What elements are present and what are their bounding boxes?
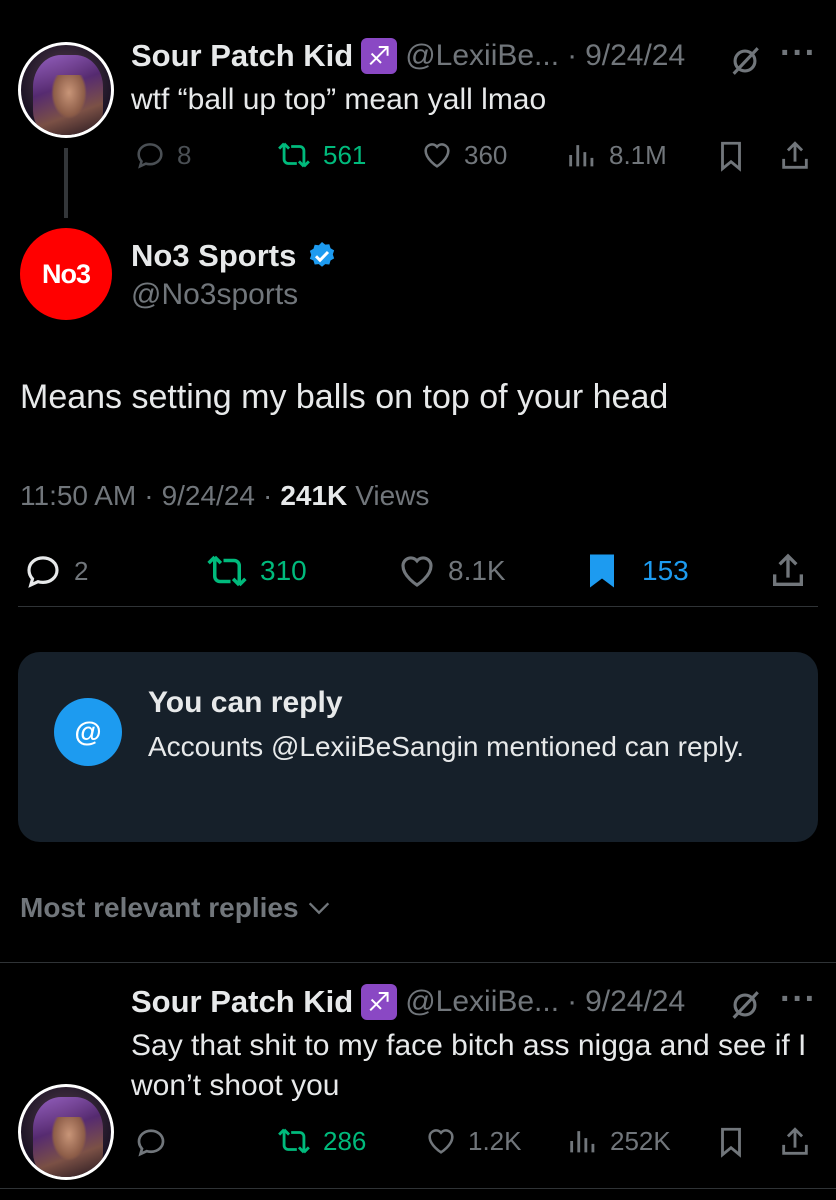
main-like-button[interactable]: 8.1K — [396, 550, 506, 592]
separator-dot: · — [567, 39, 578, 72]
heart-icon — [424, 143, 450, 168]
main-author-name[interactable]: No3 Sports — [131, 238, 296, 274]
repost-icon — [278, 1128, 310, 1154]
main-handle[interactable]: @No3sports — [131, 278, 298, 312]
heart-icon — [428, 1129, 454, 1154]
grok-icon[interactable] — [728, 988, 762, 1022]
main-reply-count: 2 — [74, 555, 89, 586]
main-reply-button[interactable]: 2 — [22, 550, 88, 592]
reply-restriction-description: Accounts @LexiiBeSangin mentioned can re… — [148, 731, 745, 762]
reply-restriction-title: You can reply — [148, 686, 343, 719]
reply-icon — [137, 143, 163, 169]
main-tweet-date[interactable]: 9/24/24 — [162, 480, 255, 512]
parent-repost-count: 561 — [323, 139, 367, 170]
share-icon[interactable] — [768, 550, 808, 592]
divider — [18, 606, 818, 607]
reply-avatar[interactable] — [18, 1084, 114, 1180]
main-author-row: No3 Sports — [131, 238, 338, 274]
bookmark-icon[interactable] — [714, 1124, 748, 1160]
no3-avatar-text: No3 — [41, 258, 91, 289]
reply-author-name[interactable]: Sour Patch Kid — [131, 984, 353, 1020]
reply-like-count: 1.2K — [468, 1125, 522, 1156]
reply-views-button[interactable]: 252K — [566, 1124, 671, 1158]
parent-repost-button[interactable]: 561 — [275, 138, 366, 172]
more-options-icon[interactable]: ··· — [780, 980, 817, 1019]
divider — [0, 962, 836, 963]
repost-icon — [207, 555, 247, 587]
mention-icon: @ — [54, 698, 122, 766]
share-icon[interactable] — [778, 138, 812, 174]
reply-view-count: 252K — [610, 1125, 671, 1156]
separator-dot: · — [262, 480, 273, 511]
main-tweet-text: Means setting my balls on top of your he… — [20, 378, 669, 416]
thread-connector-line — [64, 148, 68, 218]
zodiac-badge-icon: ♐ — [361, 984, 398, 1020]
parent-like-count: 360 — [464, 139, 508, 170]
parent-header: Sour Patch Kid ♐ @LexiiBe... · 9/24/24 — [131, 38, 685, 74]
reply-icon — [27, 556, 59, 588]
reply-icon — [137, 1129, 165, 1157]
bookmark-icon[interactable] — [714, 138, 748, 174]
repost-icon — [278, 142, 310, 168]
parent-views-button[interactable]: 8.1M — [565, 138, 667, 172]
reply-restriction-card: @ You can reply Accounts @LexiiBeSangin … — [18, 652, 818, 842]
separator-dot: · — [567, 985, 578, 1018]
main-repost-count: 310 — [260, 555, 307, 586]
main-tweet-meta: 11:50 AM · 9/24/24 · 241K Views — [20, 480, 429, 512]
parent-avatar[interactable] — [18, 42, 114, 138]
reply-header: Sour Patch Kid ♐ @LexiiBe... · 9/24/24 — [131, 984, 685, 1020]
verified-badge-icon — [310, 242, 335, 267]
reply-repost-button[interactable]: 286 — [275, 1124, 366, 1158]
more-options-icon[interactable]: ··· — [780, 34, 817, 73]
parent-tweet-text: wtf “ball up top” mean yall lmao — [131, 83, 547, 116]
parent-like-button[interactable]: 360 — [420, 138, 507, 172]
grok-icon[interactable] — [728, 44, 762, 78]
share-icon[interactable] — [778, 1124, 812, 1160]
main-view-count[interactable]: 241K — [280, 480, 347, 512]
parent-reply-count: 8 — [177, 139, 192, 170]
parent-author-name[interactable]: Sour Patch Kid — [131, 38, 353, 74]
no3-avatar[interactable]: No3 — [20, 228, 112, 320]
reply-sort-selector[interactable]: Most relevant replies — [20, 892, 333, 924]
reply-like-button[interactable]: 1.2K — [424, 1124, 522, 1158]
divider — [0, 1188, 836, 1189]
reply-sort-label: Most relevant replies — [20, 892, 299, 923]
parent-date[interactable]: 9/24/24 — [585, 39, 685, 73]
main-like-count: 8.1K — [448, 555, 506, 586]
parent-reply-button[interactable]: 8 — [133, 138, 191, 172]
views-chart-icon — [570, 1131, 595, 1153]
main-repost-button[interactable]: 310 — [204, 550, 307, 592]
main-tweet-time[interactable]: 11:50 AM — [20, 480, 136, 512]
parent-view-count: 8.1M — [609, 139, 667, 170]
heart-icon — [401, 556, 433, 587]
bookmark-filled-icon — [590, 554, 614, 588]
reply-tweet-text: Say that shit to my face bitch ass nigga… — [131, 1029, 807, 1102]
separator-dot: · — [144, 480, 154, 511]
views-label: Views — [355, 480, 430, 511]
main-bookmark-count: 153 — [642, 555, 689, 586]
reply-repost-count: 286 — [323, 1125, 367, 1156]
zodiac-badge-icon: ♐ — [361, 38, 398, 74]
views-chart-icon — [569, 145, 594, 167]
parent-handle[interactable]: @LexiiBe... — [405, 39, 559, 73]
reply-handle[interactable]: @LexiiBe... — [405, 985, 559, 1019]
reply-reply-button[interactable] — [133, 1124, 169, 1160]
main-bookmark-button[interactable]: 153 — [584, 550, 689, 592]
chevron-down-icon — [308, 902, 329, 915]
reply-date[interactable]: 9/24/24 — [585, 985, 685, 1019]
